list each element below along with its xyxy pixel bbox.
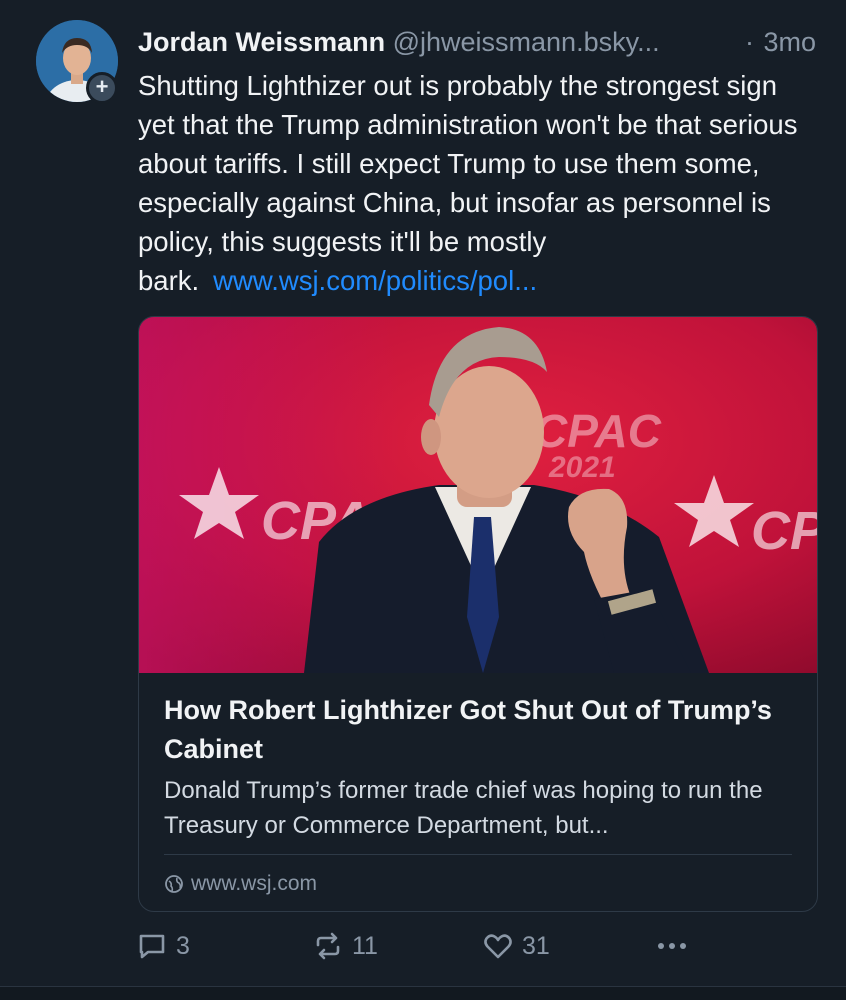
ellipsis-icon [658,943,686,949]
post-text: Shutting Lighthizer out is probably the … [138,66,818,300]
globe-icon [165,875,183,893]
repost-button[interactable]: 11 [312,926,378,966]
post-link[interactable]: www.wsj.com/politics/pol... [213,265,537,296]
image-watermark-back: CPAC [534,405,662,457]
timestamp[interactable]: 3mo [763,24,816,60]
card-image: CPAC CPAC CPAC 2021 [139,317,818,673]
display-name[interactable]: Jordan Weissmann [138,27,385,57]
link-card[interactable]: CPAC CPAC CPAC 2021 [138,316,818,912]
separator: · [745,27,754,57]
follow-button[interactable]: + [86,72,118,104]
reply-count: 3 [176,931,190,960]
post-body: Shutting Lighthizer out is probably the … [138,70,798,296]
post-header: Jordan Weissmann @jhweissmann.bsky... · … [138,24,816,60]
post-divider [0,986,846,1000]
reply-button[interactable]: 3 [136,926,190,966]
card-title[interactable]: How Robert Lighthizer Got Shut Out of Tr… [164,691,784,769]
like-count: 31 [522,931,550,960]
card-divider [164,854,792,855]
card-domain: www.wsj.com [164,869,317,899]
speech-bubble-icon [139,934,165,959]
more-options-button[interactable] [654,926,698,966]
card-domain-text: www.wsj.com [191,872,318,895]
repost-count: 11 [352,931,378,960]
like-button[interactable]: 31 [482,926,550,966]
heart-icon [484,934,512,959]
repost-arrows-icon [316,932,340,960]
image-watermark-year: 2021 [548,451,616,484]
post[interactable]: + Jordan Weissmann @jhweissmann.bsky... … [0,0,846,1000]
card-description: Donald Trump’s former trade chief was ho… [164,777,763,839]
post-actions: 3 11 31 [136,926,696,966]
image-watermark-right: CPAC [751,501,818,561]
handle[interactable]: @jhweissmann.bsky... [393,27,660,57]
